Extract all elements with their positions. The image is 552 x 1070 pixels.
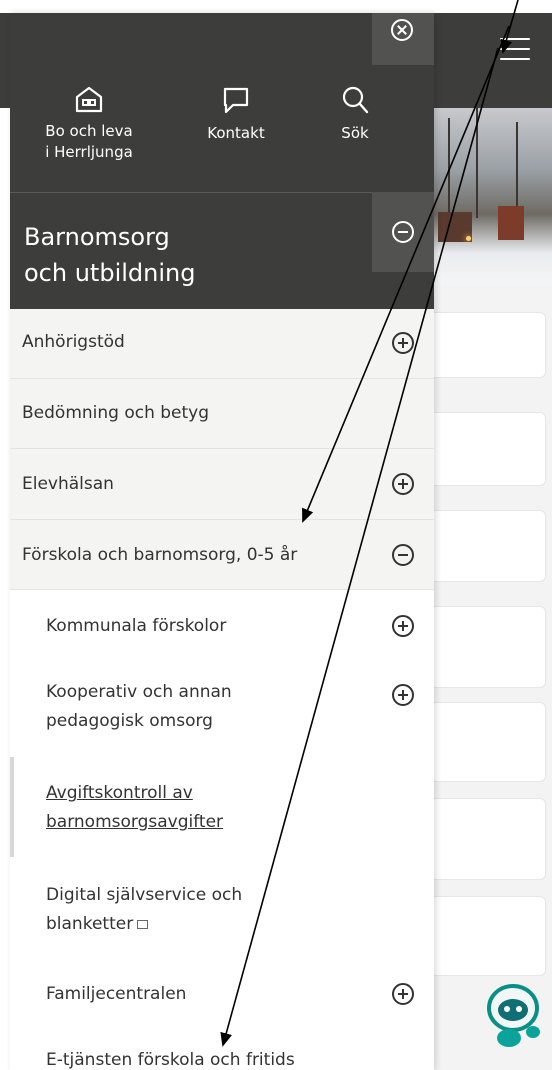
hero-light	[466, 236, 471, 241]
sub-item-label: Kooperativ och annan pedagogisk omsorg	[46, 682, 232, 731]
minus-circle-icon	[392, 221, 414, 243]
menu-item-bedomning[interactable]: Bedömning och betyg	[10, 379, 434, 449]
content-card[interactable]	[420, 896, 546, 976]
expand-button[interactable]	[372, 964, 434, 1034]
menu-item-elevhalsan[interactable]: Elevhälsan	[10, 449, 434, 520]
content-card[interactable]	[420, 510, 546, 582]
external-link-icon	[137, 920, 149, 929]
sub-item-label: Kommunala förskolor	[46, 616, 227, 636]
sub-item-label: Familjecentralen	[46, 984, 187, 1004]
menu-item-label: Förskola och barnomsorg, 0-5 år	[22, 545, 298, 565]
quick-link-home[interactable]: Bo och leva i Herrljunga	[12, 85, 166, 163]
plus-circle-icon	[392, 473, 414, 495]
quick-link-label: Bo och leva i Herrljunga	[45, 122, 133, 161]
active-indicator	[10, 757, 14, 857]
expand-button[interactable]	[372, 590, 434, 660]
quick-link-label: Kontakt	[207, 124, 265, 142]
house-icon	[75, 86, 103, 113]
content-card[interactable]	[420, 798, 546, 880]
quick-link-contact[interactable]: Kontakt	[188, 85, 284, 144]
plus-circle-icon	[392, 332, 414, 354]
hero-image	[428, 108, 552, 285]
collapse-button[interactable]	[372, 520, 434, 589]
quick-link-label: Sök	[341, 124, 369, 142]
close-menu-button[interactable]	[372, 13, 434, 65]
sub-item-e-tjansten[interactable]: E-tjänsten förskola och fritids	[10, 1034, 434, 1070]
hamburger-menu-icon[interactable]	[500, 38, 530, 60]
chat-bubble-icon	[223, 87, 249, 114]
menu-item-forskola[interactable]: Förskola och barnomsorg, 0-5 år	[10, 520, 434, 590]
search-icon	[342, 86, 369, 114]
content-card[interactable]	[420, 312, 546, 378]
menu-item-label: Bedömning och betyg	[22, 403, 210, 423]
sub-item-label[interactable]: Avgiftskontroll av barnomsorgsavgifter	[46, 779, 223, 837]
sub-item-familjecentralen[interactable]: Familjecentralen	[10, 964, 434, 1034]
section-title[interactable]: Barnomsorg och utbildning	[24, 219, 195, 291]
side-menu: Bo och leva i Herrljunga Kontakt Sök Bar…	[10, 13, 434, 1070]
sub-item-kommunala-forskolor[interactable]: Kommunala förskolor	[10, 590, 434, 660]
close-icon	[391, 19, 413, 41]
plus-circle-icon	[392, 615, 414, 637]
divider	[10, 192, 434, 193]
menu-item-label: Elevhälsan	[22, 474, 114, 494]
menu-item-anhorigstod[interactable]: Anhörigstöd	[10, 309, 434, 379]
minus-circle-icon	[392, 544, 414, 566]
hero-building	[498, 206, 524, 240]
expand-button[interactable]	[372, 309, 434, 378]
menu-item-label: Anhörigstöd	[22, 332, 125, 352]
sub-item-label-wrap: Digital självservice och blanketter	[46, 881, 242, 939]
expand-button[interactable]	[372, 660, 434, 760]
sub-item-label: E-tjänsten förskola och fritids	[46, 1050, 295, 1070]
top-margin	[0, 0, 552, 13]
expand-button[interactable]	[372, 449, 434, 519]
chatbot-icon[interactable]	[483, 978, 547, 1050]
plus-circle-icon	[392, 684, 414, 706]
quick-link-search[interactable]: Sök	[320, 85, 390, 144]
content-card[interactable]	[420, 412, 546, 486]
sub-item-kooperativ[interactable]: Kooperativ och annan pedagogisk omsorg	[10, 660, 434, 760]
sub-item-digital-sjalvservice[interactable]: Digital självservice och blanketter	[10, 862, 434, 964]
content-card[interactable]	[420, 606, 546, 688]
section-collapse-button[interactable]	[372, 192, 434, 272]
content-card[interactable]	[420, 702, 546, 782]
sub-item-avgiftskontroll[interactable]: Avgiftskontroll av barnomsorgsavgifter	[10, 760, 434, 862]
plus-circle-icon	[392, 983, 414, 1005]
